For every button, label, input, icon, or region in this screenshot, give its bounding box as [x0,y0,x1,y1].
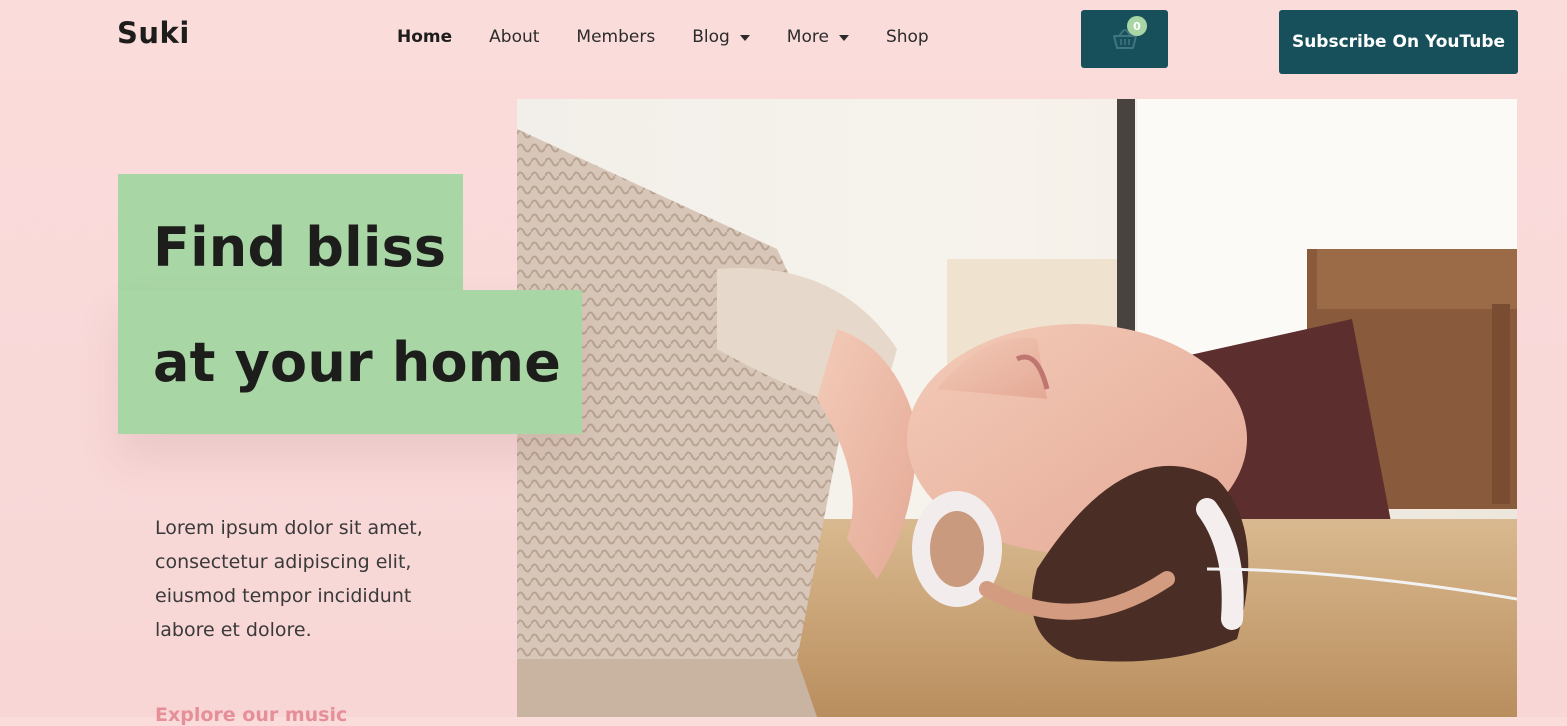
nav-item-shop[interactable]: Shop [886,27,929,47]
nav-item-label: About [489,27,540,47]
chevron-down-icon [838,35,849,41]
main-nav: Home About Members Blog More Shop [397,27,966,47]
hero-headline-line1: Find bliss [153,216,447,279]
nav-item-about[interactable]: About [489,27,539,47]
hero-headline-line2: at your home [153,331,562,394]
nav-item-home[interactable]: Home [397,27,452,47]
chevron-down-icon [739,35,750,41]
cart-count-badge: 0 [1127,16,1147,36]
nav-item-label: Blog [692,27,730,47]
explore-music-link[interactable]: Explore our music [155,704,347,726]
nav-item-blog[interactable]: Blog [692,27,750,47]
nav-item-label: Shop [885,27,929,47]
nav-item-members[interactable]: Members [576,27,655,47]
site-logo[interactable]: Suki [117,16,190,50]
cart-button[interactable]: 0 [1081,10,1168,68]
hero-description: Lorem ipsum dolor sit amet, consectetur … [155,517,423,641]
subscribe-youtube-button[interactable]: Subscribe On YouTube [1279,10,1518,74]
nav-item-more[interactable]: More [787,27,849,47]
nav-item-label: Members [576,27,656,47]
woman-with-headphones-photo [517,99,1517,717]
nav-item-label: More [786,27,829,47]
hero-image [517,99,1517,717]
nav-item-label: Home [397,27,453,47]
